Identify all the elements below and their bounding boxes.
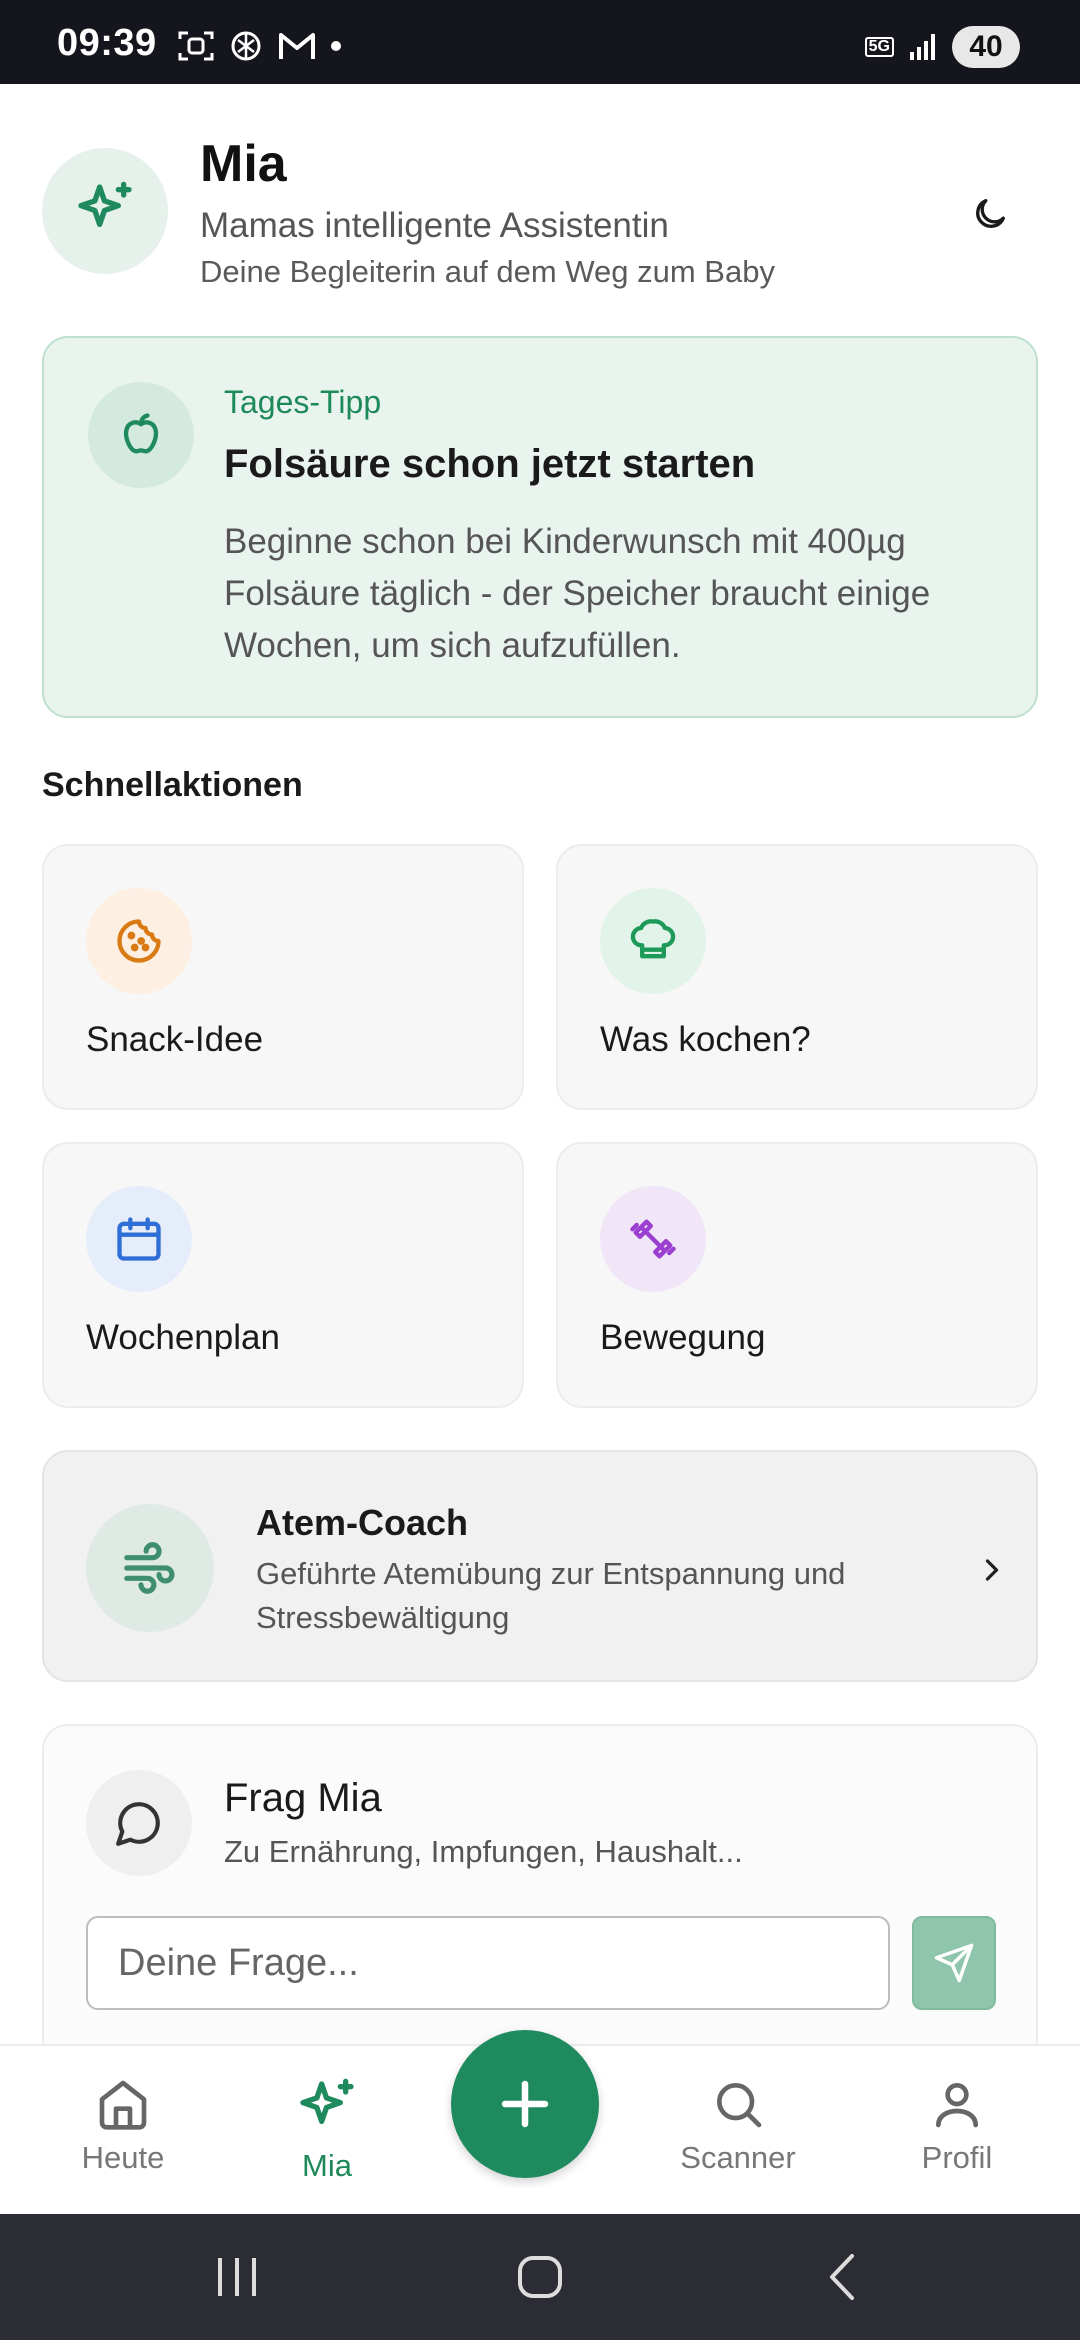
network-badge: 5G — [864, 37, 894, 57]
tip-icon-circle — [88, 382, 194, 488]
dumbbell-icon — [630, 1219, 676, 1259]
nav-item-scanner[interactable]: Scanner — [658, 2046, 818, 2216]
send-icon — [934, 1943, 974, 1983]
qa-icon-circle — [600, 888, 706, 994]
page-tagline: Deine Begleiterin auf dem Weg zum Baby — [200, 254, 775, 289]
home-icon — [99, 2080, 147, 2130]
quick-action-weekplan[interactable]: Wochenplan — [42, 1142, 524, 1408]
home-system-button[interactable] — [516, 2252, 564, 2302]
ask-icon-circle — [86, 1770, 192, 1876]
apple-icon — [123, 413, 159, 454]
wind-icon — [124, 1542, 175, 1594]
nav-label: Profil — [921, 2140, 993, 2175]
back-button[interactable] — [820, 2252, 864, 2302]
search-icon — [717, 2083, 762, 2128]
tip-title: Folsäure schon jetzt starten — [224, 442, 756, 486]
qa-icon-circle — [86, 888, 192, 994]
nav-item-mia[interactable]: Mia — [247, 2046, 407, 2216]
calendar-icon — [117, 1217, 161, 1261]
app-header: Mia Mamas intelligente Assistentin Deine… — [0, 84, 1080, 324]
qa-label: Wochenplan — [86, 1318, 280, 1357]
moon-icon — [976, 199, 1005, 228]
quick-actions-title: Schnellaktionen — [42, 766, 303, 804]
daily-tip-card[interactable]: Tages-Tipp Folsäure schon jetzt starten … — [42, 336, 1038, 718]
qa-icon-circle — [86, 1186, 192, 1292]
plus-icon — [501, 2080, 549, 2128]
user-icon — [936, 2083, 978, 2128]
ask-mia-card: Frag Mia Zu Ernährung, Impfungen, Hausha… — [42, 1724, 1038, 2064]
qa-icon-circle — [600, 1186, 706, 1292]
chevron-right-icon — [985, 1559, 999, 1581]
sparkles-icon — [300, 2078, 354, 2124]
sparkles-icon — [78, 181, 132, 227]
breath-coach-title: Atem-Coach — [256, 1502, 469, 1543]
status-right: 5G 40 — [864, 26, 1020, 68]
ask-subtitle: Zu Ernährung, Impfungen, Haushalt... — [224, 1834, 743, 1869]
dot-icon — [331, 41, 341, 51]
qa-label: Snack-Idee — [86, 1020, 264, 1059]
status-time: 09:39 — [57, 22, 157, 64]
question-input[interactable] — [86, 1916, 890, 2010]
system-navigation-bar — [0, 2214, 1080, 2340]
signal-icon — [910, 34, 935, 60]
cookie-icon — [117, 919, 161, 963]
quick-action-cook[interactable]: Was kochen? — [556, 844, 1038, 1110]
battery-indicator: 40 — [952, 26, 1020, 68]
nav-item-heute[interactable]: Heute — [43, 2046, 203, 2216]
nav-item-profil[interactable]: Profil — [877, 2046, 1037, 2216]
qa-label: Was kochen? — [600, 1020, 811, 1059]
screenshot-icon — [178, 31, 214, 61]
breath-coach-description: Geführte Atemübung zur Entspannung und S… — [256, 1556, 846, 1635]
qa-label: Bewegung — [600, 1318, 766, 1357]
page-title: Mia — [200, 135, 287, 193]
dark-mode-toggle[interactable] — [960, 184, 1020, 244]
quick-action-snack[interactable]: Snack-Idee — [42, 844, 524, 1110]
status-bar: 09:39 5G 40 — [0, 0, 1080, 84]
recent-apps-button[interactable] — [214, 2252, 260, 2302]
breath-icon-circle — [86, 1504, 214, 1632]
quick-action-exercise[interactable]: Bewegung — [556, 1142, 1038, 1408]
nav-label: Scanner — [680, 2140, 796, 2175]
chatgpt-icon — [231, 31, 261, 61]
chat-bubble-icon — [116, 1802, 160, 1846]
notification-icons — [178, 28, 342, 64]
nav-label: Mia — [302, 2148, 352, 2183]
ask-title: Frag Mia — [224, 1776, 382, 1820]
page-subtitle: Mamas intelligente Assistentin — [200, 206, 669, 245]
tip-text: Beginne schon bei Kinderwunsch mit 400µg… — [224, 522, 931, 665]
chef-hat-icon — [630, 919, 676, 959]
gmail-icon — [279, 33, 315, 59]
nav-label: Heute — [81, 2140, 165, 2175]
add-button[interactable] — [451, 2030, 599, 2178]
breath-coach-card[interactable]: Atem-Coach Geführte Atemübung zur Entspa… — [42, 1450, 1038, 1682]
send-button[interactable] — [912, 1916, 996, 2010]
mia-avatar — [42, 148, 168, 274]
tip-label: Tages-Tipp — [224, 384, 382, 420]
